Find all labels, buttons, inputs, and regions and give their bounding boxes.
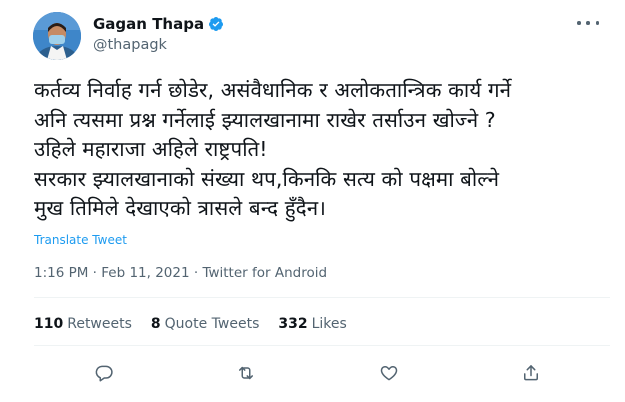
tweet-text: कर्तव्य निर्वाह गर्न छोडेर, असंवैधानिक र… [34, 78, 512, 220]
likes-count: 332 [278, 316, 308, 332]
more-dot [577, 21, 581, 25]
heart-icon[interactable] [374, 358, 404, 388]
quote-tweets-count: 8 [150, 316, 161, 332]
author-block: Gagan Thapa @thapagk [93, 14, 224, 53]
quote-tweets-stat[interactable]: 8 Quote Tweets [151, 316, 259, 332]
retweet-icon[interactable] [231, 358, 261, 388]
tweet-card: Gagan Thapa @thapagk कर्तव्य निर्वाह गर्… [0, 0, 625, 402]
action-bar [0, 358, 625, 388]
tweet-stats: 110 Retweets 8 Quote Tweets 332 Likes [34, 316, 347, 332]
divider [34, 297, 610, 298]
divider [34, 345, 610, 346]
more-options-icon[interactable] [577, 16, 599, 30]
reply-icon[interactable] [89, 358, 119, 388]
tweet-timestamp[interactable]: 1:16 PM · Feb 11, 2021 · Twitter for And… [34, 265, 327, 281]
share-icon[interactable] [516, 358, 546, 388]
verified-badge-icon [208, 16, 224, 32]
retweets-stat[interactable]: 110 Retweets [34, 316, 132, 332]
avatar[interactable] [33, 12, 81, 60]
author-handle[interactable]: @thapagk [93, 37, 224, 53]
retweets-label: Retweets [67, 316, 132, 332]
author-name-row: Gagan Thapa [93, 14, 224, 34]
more-dot [595, 21, 599, 25]
avatar-image [33, 12, 81, 60]
translate-tweet-link[interactable]: Translate Tweet [34, 233, 127, 247]
author-name[interactable]: Gagan Thapa [93, 15, 204, 33]
retweets-count: 110 [34, 316, 64, 332]
likes-stat[interactable]: 332 Likes [278, 316, 346, 332]
quote-tweets-label: Quote Tweets [164, 316, 260, 332]
likes-label: Likes [311, 316, 347, 332]
more-dot [586, 21, 590, 25]
